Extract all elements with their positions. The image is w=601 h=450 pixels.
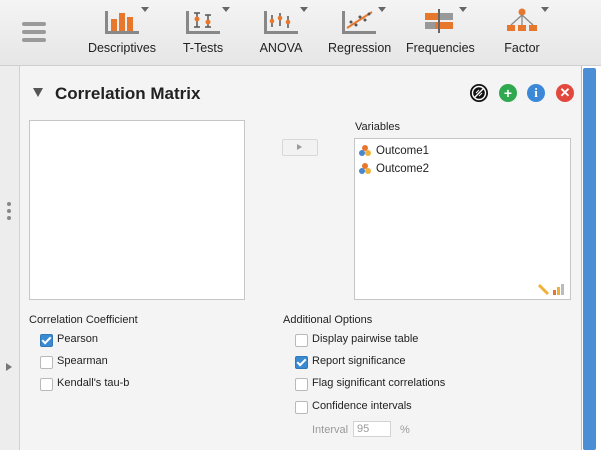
chevron-down-icon (459, 7, 467, 12)
anova-label: ANOVA (259, 41, 303, 55)
regression-button[interactable]: Regression (328, 5, 392, 61)
interval-input[interactable] (353, 421, 391, 437)
checkbox[interactable] (40, 378, 53, 391)
close-icon[interactable]: ✕ (556, 84, 574, 102)
available-variables-list[interactable] (29, 120, 245, 300)
expand-arrow-icon[interactable] (6, 363, 12, 371)
scrollbar-thumb[interactable] (583, 68, 596, 450)
frequencies-button[interactable]: Frequencies (406, 5, 475, 61)
move-variable-button[interactable] (282, 139, 318, 156)
frequencies-icon (419, 5, 467, 37)
additional-options-heading: Additional Options (283, 314, 373, 326)
chevron-down-icon (300, 7, 308, 12)
analysis-options-panel: Correlation Matrix + i ✕ Variables Outco… (20, 66, 581, 450)
drag-handle-icon[interactable] (7, 202, 12, 223)
variables-label: Variables (355, 121, 401, 133)
t-tests-label: T-Tests (182, 41, 224, 55)
chevron-down-icon (541, 7, 549, 12)
variables-target-list[interactable]: Outcome1 Outcome2 (354, 138, 571, 300)
continuous-variable-icon (359, 163, 371, 175)
bar-chart-icon (101, 5, 149, 37)
continuous-variable-icon (359, 145, 371, 157)
checkbox[interactable] (295, 334, 308, 347)
correlation-coefficient-heading: Correlation Coefficient (29, 314, 138, 326)
analysis-title: Correlation Matrix (55, 84, 201, 103)
info-icon[interactable]: i (527, 84, 545, 102)
anova-button[interactable]: ANOVA (259, 5, 308, 61)
frequencies-label: Frequencies (406, 41, 475, 55)
t-test-icon (182, 5, 230, 37)
left-gutter (0, 66, 20, 450)
descriptives-button[interactable]: Descriptives (86, 5, 158, 61)
hamburger-menu-icon[interactable] (22, 22, 46, 44)
status-icon[interactable] (470, 84, 488, 102)
add-icon[interactable]: + (499, 84, 517, 102)
interval-label: Interval (312, 424, 349, 436)
interval-unit: % (400, 424, 410, 436)
t-tests-button[interactable]: T-Tests (180, 5, 230, 61)
checkbox[interactable] (40, 356, 53, 369)
checkbox[interactable] (295, 378, 308, 391)
chevron-down-icon (141, 7, 149, 12)
chevron-down-icon (222, 7, 230, 12)
factor-button[interactable]: Factor (500, 5, 549, 61)
factor-tree-icon (501, 5, 549, 37)
checkbox[interactable] (295, 356, 308, 369)
ribbon-toolbar: Descriptives T-Tests ANOVA Regression Fr… (0, 0, 601, 66)
regression-label: Regression (328, 41, 392, 55)
checkbox[interactable] (295, 401, 308, 414)
descriptives-label: Descriptives (87, 41, 157, 55)
chevron-down-icon (378, 7, 386, 12)
factor-label: Factor (504, 41, 540, 55)
scatter-regression-icon (338, 5, 386, 37)
checkbox[interactable] (40, 334, 53, 347)
anova-icon (260, 5, 308, 37)
collapse-triangle-icon[interactable] (33, 88, 43, 97)
measure-type-icon (537, 282, 566, 296)
